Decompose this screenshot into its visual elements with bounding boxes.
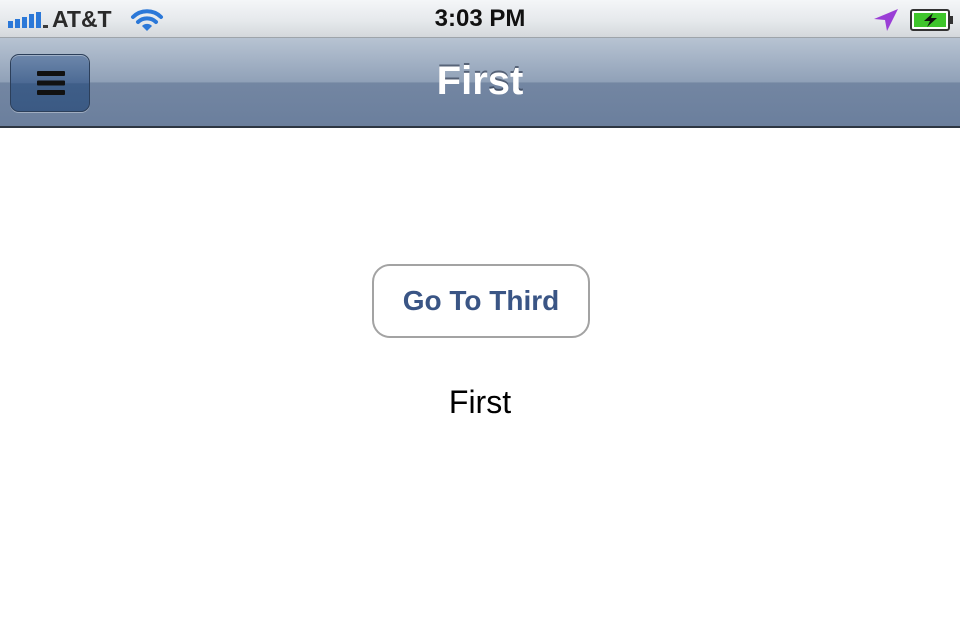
location-arrow-icon [874,9,898,31]
status-bar: AT&T 3:03 PM [0,0,960,38]
content-label: First [448,384,512,420]
page-title: First [436,59,524,103]
main-content: Go To Third First [0,128,960,640]
navigation-bar: First [0,38,960,128]
battery-charging-icon [910,9,953,31]
app-screen: AT&T 3:03 PM First Go To Third First [0,0,960,640]
go-to-third-button[interactable]: Go To Third [372,264,590,338]
status-time: 3:03 PM [434,5,526,32]
